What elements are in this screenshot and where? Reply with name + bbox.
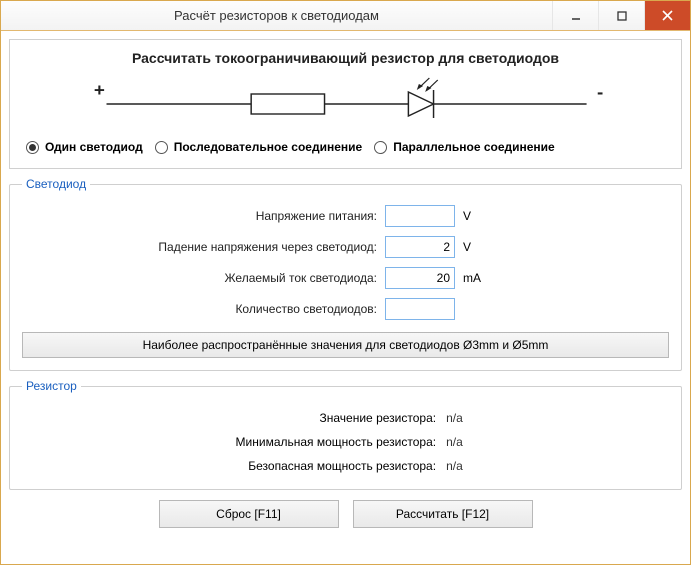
plus-symbol: + <box>94 79 105 99</box>
minimize-button[interactable] <box>552 1 598 30</box>
circuit-diagram: + - <box>52 76 639 130</box>
field-label: Желаемый ток светодиода: <box>22 271 377 285</box>
led-group: Светодиод Напряжение питания: V Падение … <box>9 177 682 371</box>
mode-parallel[interactable]: Параллельное соединение <box>370 138 559 156</box>
radio-label: Параллельное соединение <box>393 140 555 154</box>
resistor-group: Резистор Значение резистора: n/a Минимал… <box>9 379 682 490</box>
titlebar: Расчёт резисторов к светодиодам <box>1 1 690 31</box>
field-label: Падение напряжения через светодиод: <box>22 240 377 254</box>
radio-icon <box>26 141 39 154</box>
window-controls <box>552 1 690 30</box>
reset-button[interactable]: Сброс [F11] <box>159 500 339 528</box>
row-min-power: Минимальная мощность резистора: n/a <box>22 435 669 449</box>
minimize-icon <box>571 11 581 21</box>
result-label: Минимальная мощность резистора: <box>22 435 436 449</box>
forward-voltage-input[interactable] <box>385 236 455 258</box>
mode-radio-group: Один светодиод Последовательное соединен… <box>22 138 669 156</box>
radio-icon <box>374 141 387 154</box>
maximize-button[interactable] <box>598 1 644 30</box>
resistor-group-legend: Резистор <box>22 379 81 393</box>
unit-label: V <box>463 240 491 254</box>
common-values-button[interactable]: Наиболее распространённые значения для с… <box>22 332 669 358</box>
led-icon <box>408 78 437 118</box>
maximize-icon <box>617 11 627 21</box>
unit-label: V <box>463 209 491 223</box>
unit-label: mA <box>463 271 491 285</box>
window-title: Расчёт резисторов к светодиодам <box>1 8 552 23</box>
field-label: Количество светодиодов: <box>22 302 377 316</box>
client-area: Рассчитать токоограничивающий резистор д… <box>1 31 690 564</box>
led-group-legend: Светодиод <box>22 177 90 191</box>
row-supply-voltage: Напряжение питания: V <box>22 205 669 227</box>
panel-heading: Рассчитать токоограничивающий резистор д… <box>22 50 669 66</box>
supply-voltage-input[interactable] <box>385 205 455 227</box>
led-count-input[interactable] <box>385 298 455 320</box>
mode-single[interactable]: Один светодиод <box>22 138 147 156</box>
row-resistor-value: Значение резистора: n/a <box>22 411 669 425</box>
result-value: n/a <box>446 411 669 425</box>
close-icon <box>662 10 673 21</box>
radio-icon <box>155 141 168 154</box>
calculate-button[interactable]: Рассчитать [F12] <box>353 500 533 528</box>
field-label: Напряжение питания: <box>22 209 377 223</box>
main-panel: Рассчитать токоограничивающий резистор д… <box>9 39 682 169</box>
row-led-count: Количество светодиодов: <box>22 298 669 320</box>
radio-label: Последовательное соединение <box>174 140 362 154</box>
result-value: n/a <box>446 459 669 473</box>
close-button[interactable] <box>644 1 690 30</box>
resistor-icon <box>251 94 324 114</box>
led-current-input[interactable] <box>385 267 455 289</box>
app-window: Расчёт резисторов к светодиодам Рассчита… <box>0 0 691 565</box>
row-forward-voltage: Падение напряжения через светодиод: V <box>22 236 669 258</box>
mode-series[interactable]: Последовательное соединение <box>151 138 366 156</box>
result-value: n/a <box>446 435 669 449</box>
result-label: Безопасная мощность резистора: <box>22 459 436 473</box>
minus-symbol: - <box>597 81 603 101</box>
row-safe-power: Безопасная мощность резистора: n/a <box>22 459 669 473</box>
row-led-current: Желаемый ток светодиода: mA <box>22 267 669 289</box>
action-buttons: Сброс [F11] Рассчитать [F12] <box>9 500 682 532</box>
radio-label: Один светодиод <box>45 140 143 154</box>
result-label: Значение резистора: <box>22 411 436 425</box>
